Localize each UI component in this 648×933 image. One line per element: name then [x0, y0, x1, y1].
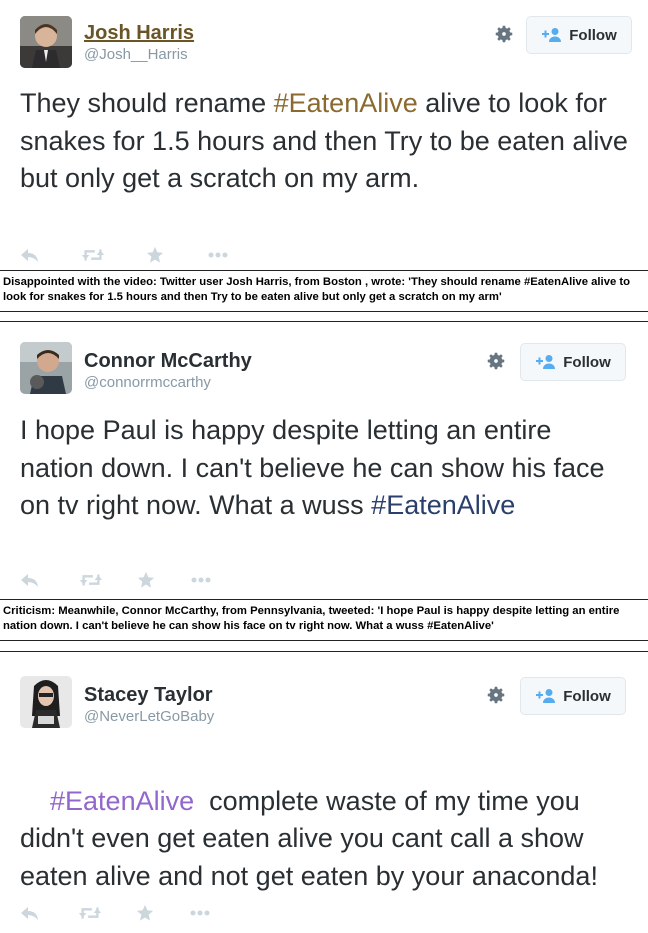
tweet-text-before: They should rename — [20, 88, 274, 118]
tweet-text: They should rename #EatenAlive alive to … — [20, 85, 630, 198]
avatar[interactable] — [20, 342, 72, 394]
retweet-icon[interactable] — [79, 571, 103, 589]
star-icon[interactable] — [137, 571, 155, 589]
star-icon[interactable] — [146, 246, 164, 264]
more-icon[interactable] — [208, 252, 228, 258]
reply-icon[interactable] — [20, 571, 40, 589]
star-icon[interactable] — [136, 904, 154, 922]
gear-icon[interactable] — [485, 684, 507, 706]
retweet-icon[interactable] — [81, 246, 105, 264]
add-user-icon — [536, 689, 556, 703]
tweet-card: Josh Harris @Josh__Harris Follow They sh… — [0, 0, 648, 270]
more-icon[interactable] — [191, 577, 211, 583]
follow-label: Follow — [569, 26, 617, 44]
user-handle[interactable]: @NeverLetGoBaby — [84, 708, 214, 725]
follow-button[interactable]: Follow — [520, 343, 626, 381]
user-name[interactable]: Connor McCarthy — [84, 350, 252, 373]
gear-icon[interactable] — [493, 23, 515, 45]
tweet-card: Stacey Taylor @NeverLetGoBaby Follow #Ea… — [0, 651, 648, 928]
avatar[interactable] — [20, 676, 72, 728]
tweet-text: I hope Paul is happy despite letting an … — [20, 412, 630, 525]
tweet-card: Connor McCarthy @connorrmccarthy Follow … — [0, 321, 648, 598]
tweet-text: #EatenAlive complete waste of my time yo… — [20, 745, 630, 933]
avatar[interactable] — [20, 16, 72, 68]
more-icon[interactable] — [190, 910, 210, 916]
reply-icon[interactable] — [20, 904, 40, 922]
follow-label: Follow — [563, 687, 611, 705]
hashtag-link[interactable]: #EatenAlive — [371, 490, 515, 520]
follow-button[interactable]: Follow — [526, 16, 632, 54]
add-user-icon — [536, 355, 556, 369]
user-handle[interactable]: @Josh__Harris — [84, 46, 188, 63]
image-caption: Disappointed with the video: Twitter use… — [0, 270, 648, 312]
user-name[interactable]: Stacey Taylor — [84, 684, 213, 707]
user-name[interactable]: Josh Harris — [84, 22, 194, 45]
reply-icon[interactable] — [20, 246, 40, 264]
user-handle[interactable]: @connorrmccarthy — [84, 374, 211, 391]
tweet-text-before: I hope Paul is happy despite letting an … — [20, 415, 605, 520]
hashtag-link[interactable]: #EatenAlive — [50, 786, 194, 816]
gear-icon[interactable] — [485, 350, 507, 372]
hashtag-link[interactable]: #EatenAlive — [274, 88, 418, 118]
follow-label: Follow — [563, 353, 611, 371]
add-user-icon — [542, 28, 562, 42]
follow-button[interactable]: Follow — [520, 677, 626, 715]
retweet-icon[interactable] — [78, 904, 102, 922]
image-caption: Criticism: Meanwhile, Connor McCarthy, f… — [0, 599, 648, 641]
